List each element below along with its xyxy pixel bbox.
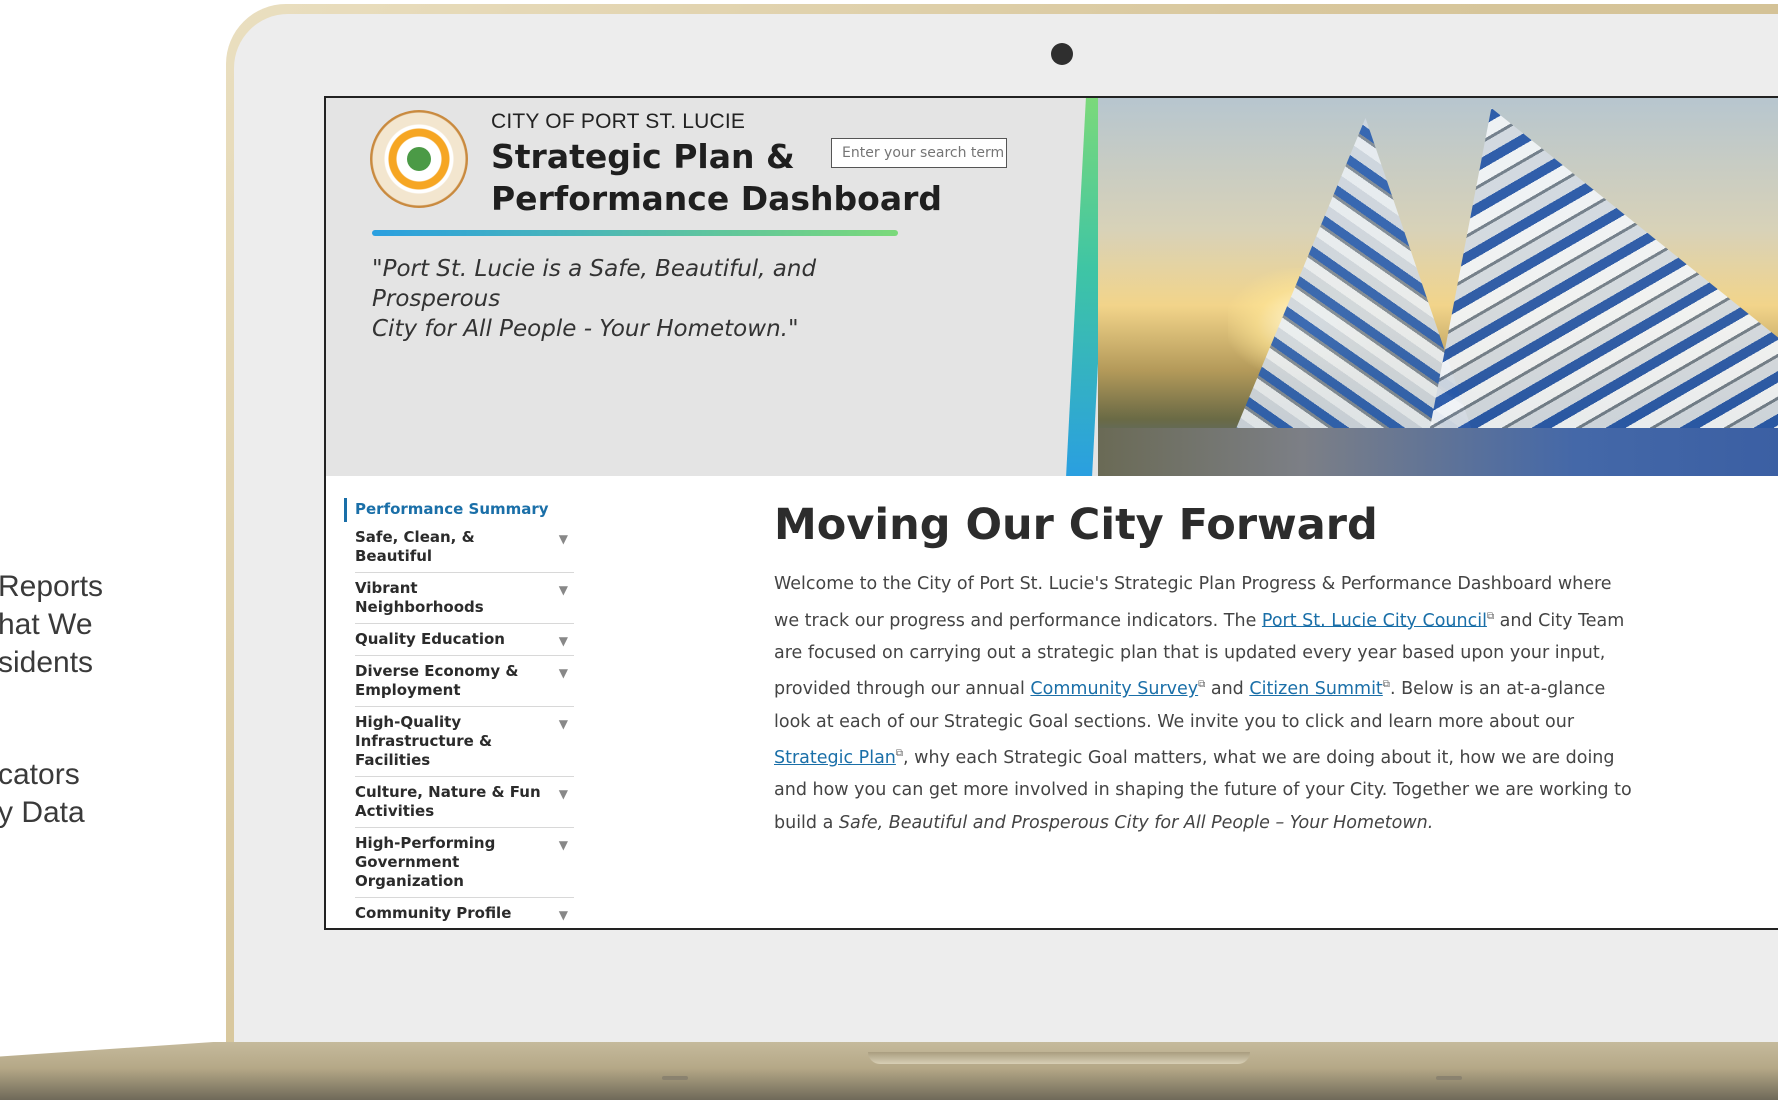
sidebar-item-label: High-Performing Government Organization — [355, 834, 496, 890]
webcam-icon — [1051, 43, 1073, 65]
laptop-foot — [662, 1076, 688, 1080]
sidebar-item-label: Culture, Nature & Fun Activities — [355, 783, 541, 820]
chevron-down-icon[interactable]: ▼ — [559, 632, 568, 651]
sidebar-item-label: Diverse Economy & Employment — [355, 662, 519, 699]
slide-line: Reports — [0, 570, 104, 603]
sidebar-item-label: High-Quality Infrastructure & Facilities — [355, 713, 493, 769]
tagline-line-1: "Port St. Lucie is a Safe, Beautiful, an… — [372, 256, 817, 312]
laptop-base — [0, 1042, 1778, 1100]
link-community-survey[interactable]: Community Survey — [1030, 679, 1198, 699]
sidebar-item-quality-education[interactable]: Quality Education ▼ — [355, 624, 574, 656]
chevron-down-icon[interactable]: ▼ — [559, 785, 568, 804]
slide-text-block-b: cators y Data — [0, 756, 85, 832]
chevron-down-icon[interactable]: ▼ — [559, 836, 568, 855]
sidebar-item-label: Safe, Clean, & Beautiful — [355, 528, 475, 565]
page-title: Moving Our City Forward — [774, 500, 1378, 550]
chevron-down-icon[interactable]: ▼ — [559, 581, 568, 600]
link-citizen-summit[interactable]: Citizen Summit — [1249, 679, 1382, 699]
sidebar-item-culture-nature-fun[interactable]: Culture, Nature & Fun Activities ▼ — [355, 777, 574, 828]
laptop-foot — [1436, 1076, 1462, 1080]
search-input[interactable] — [831, 138, 1007, 168]
sidebar-item-infrastructure[interactable]: High-Quality Infrastructure & Facilities… — [355, 707, 574, 777]
external-link-icon: ⧉ — [895, 748, 904, 760]
chevron-down-icon[interactable]: ▼ — [559, 530, 568, 549]
tagline-line-2: City for All People - Your Hometown." — [372, 316, 799, 342]
intro-paragraph: Welcome to the City of Port St. Lucie's … — [774, 568, 1634, 839]
link-city-council[interactable]: Port St. Lucie City Council — [1262, 610, 1487, 630]
link-strategic-plan[interactable]: Strategic Plan — [774, 748, 896, 768]
sidebar-item-label: Vibrant Neighborhoods — [355, 579, 484, 616]
title-line-2: Performance Dashboard — [491, 179, 942, 218]
chevron-down-icon[interactable]: ▼ — [559, 664, 568, 683]
sculpture-right — [1428, 108, 1778, 438]
sidebar-item-performance-summary[interactable]: Performance Summary — [344, 498, 574, 522]
sidebar-item-community-profile[interactable]: Community Profile ▼ — [355, 898, 574, 928]
hero-sculpture-photo — [1098, 98, 1778, 476]
slide-line: y Data — [0, 796, 85, 829]
seal-center — [407, 147, 431, 171]
external-link-icon: ⧉ — [1382, 679, 1390, 691]
intro-italic-text: Safe, Beautiful and Prosperous City for … — [838, 812, 1434, 833]
slide-text-block-a: Reports hat We sidents — [0, 568, 103, 682]
sidebar-item-diverse-economy[interactable]: Diverse Economy & Employment ▼ — [355, 656, 574, 707]
external-link-icon: ⧉ — [1486, 610, 1495, 622]
sidebar-item-label: Community Profile — [355, 904, 512, 922]
intro-text: and — [1205, 679, 1250, 700]
slide-line: sidents — [0, 646, 94, 679]
city-tagline: "Port St. Lucie is a Safe, Beautiful, an… — [372, 254, 932, 344]
slide-line: hat We — [0, 608, 93, 641]
sidebar-nav: Performance Summary Safe, Clean, & Beaut… — [344, 498, 574, 928]
org-name: CITY OF PORT ST. LUCIE — [491, 110, 746, 133]
chevron-down-icon[interactable]: ▼ — [559, 906, 568, 925]
slide-line: cators — [0, 758, 80, 791]
city-seal-logo — [370, 110, 468, 208]
title-divider — [372, 230, 898, 236]
laptop-hinge-notch — [868, 1052, 1250, 1064]
sidebar-item-vibrant-neighborhoods[interactable]: Vibrant Neighborhoods ▼ — [355, 573, 574, 624]
hero-banner: CITY OF PORT ST. LUCIE Strategic Plan & … — [326, 98, 1104, 476]
laptop-screen: CITY OF PORT ST. LUCIE Strategic Plan & … — [324, 96, 1778, 930]
chevron-down-icon[interactable]: ▼ — [559, 715, 568, 734]
sidebar-item-label: Quality Education — [355, 630, 505, 648]
plaza-ground — [1098, 428, 1778, 476]
sidebar-item-safe-clean-beautiful[interactable]: Safe, Clean, & Beautiful ▼ — [355, 522, 574, 573]
sidebar-item-government-organization[interactable]: High-Performing Government Organization ▼ — [355, 828, 574, 898]
